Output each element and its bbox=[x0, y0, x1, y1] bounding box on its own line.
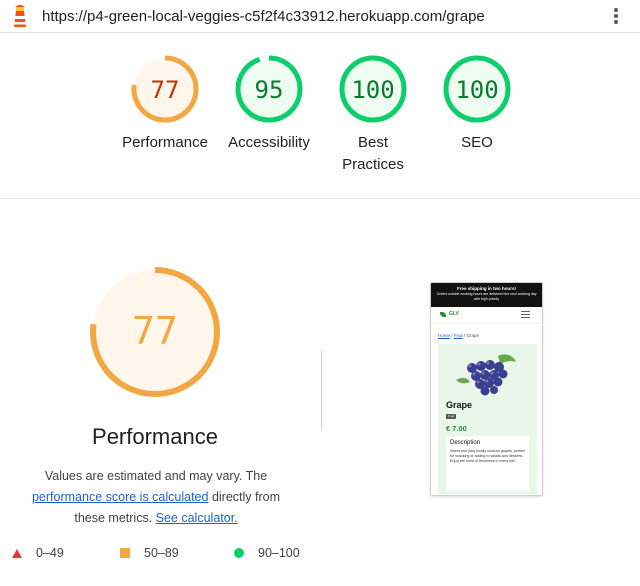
product-card: Grape Fruit € 7.00 Description Sweet and… bbox=[438, 344, 537, 494]
section-divider bbox=[0, 198, 640, 199]
crumb-home: Home bbox=[438, 333, 451, 338]
score-ring: 77 bbox=[131, 55, 199, 123]
page-screenshot-thumbnail[interactable]: Free shipping in two hours! Orders outsi… bbox=[430, 282, 543, 496]
gauge-score: 100 bbox=[351, 76, 394, 104]
gauge-accessibility[interactable]: 95 Accessibility bbox=[214, 54, 324, 154]
legend-item-fail: 0–49 bbox=[12, 546, 64, 560]
gauge-label: Performance bbox=[122, 134, 208, 151]
site-brand: GLV bbox=[449, 311, 459, 317]
score-calculated-link[interactable]: performance score is calculated bbox=[32, 490, 208, 504]
crumb-fruit: Fruit bbox=[453, 333, 463, 338]
legend-range: 90–100 bbox=[258, 546, 300, 560]
legend-range: 0–49 bbox=[36, 546, 64, 560]
hamburger-icon bbox=[521, 311, 530, 318]
score-ring: 100 bbox=[339, 55, 407, 123]
legend-item-average: 50–89 bbox=[120, 546, 179, 560]
crumb-current: Grape bbox=[466, 333, 480, 338]
gauge-seo[interactable]: 100 SEO bbox=[422, 54, 532, 154]
desc-text-3: these metrics. bbox=[74, 511, 156, 525]
score-ring: 95 bbox=[235, 55, 303, 123]
description-text: Sweet and juicy locally sourced grapes, … bbox=[450, 449, 525, 463]
see-calculator-link[interactable]: See calculator. bbox=[156, 511, 238, 525]
site-navbar: GLV bbox=[431, 307, 542, 324]
page-url[interactable]: https://p4-green-local-veggies-c5f2f4c33… bbox=[42, 8, 485, 25]
leaf-icon bbox=[440, 312, 446, 317]
green-circle-icon bbox=[234, 548, 244, 558]
performance-description: Values are estimated and may vary. The p… bbox=[14, 466, 298, 529]
performance-gauge-large: 77 bbox=[90, 267, 220, 397]
category-tag: Fruit bbox=[446, 414, 456, 419]
banner-subtitle: Orders outside working hours are deliver… bbox=[436, 292, 537, 301]
lighthouse-icon bbox=[14, 5, 26, 27]
red-triangle-icon bbox=[12, 548, 22, 558]
gauge-label: Best Practices bbox=[342, 134, 404, 173]
grape-image bbox=[456, 354, 516, 396]
orange-square-icon bbox=[120, 548, 130, 558]
legend-item-pass: 90–100 bbox=[234, 546, 300, 560]
gauge-score: 77 bbox=[151, 76, 180, 104]
gauge-label: SEO bbox=[461, 134, 493, 151]
performance-score-large: 77 bbox=[132, 309, 178, 353]
kebab-menu-icon[interactable] bbox=[608, 5, 624, 27]
score-ring: 100 bbox=[443, 55, 511, 123]
gauge-best-practices[interactable]: 100 Best Practices bbox=[318, 54, 428, 176]
shipping-banner: Free shipping in two hours! Orders outsi… bbox=[431, 283, 542, 307]
performance-title: Performance bbox=[92, 424, 218, 449]
vertical-separator bbox=[321, 350, 322, 430]
desc-text-2: directly from bbox=[208, 490, 281, 504]
breadcrumb: Home / Fruit / Grape bbox=[438, 333, 479, 338]
gauge-performance[interactable]: 77 Performance bbox=[110, 54, 220, 154]
description-box: Description Sweet and juicy locally sour… bbox=[446, 436, 529, 491]
desc-text-1: Values are estimated and may vary. The bbox=[44, 469, 268, 483]
gauge-score: 95 bbox=[255, 76, 284, 104]
gauge-score: 100 bbox=[455, 76, 498, 104]
gauge-label: Accessibility bbox=[228, 134, 310, 151]
legend-range: 50–89 bbox=[144, 546, 179, 560]
product-price: € 7.00 bbox=[446, 424, 467, 433]
product-name: Grape bbox=[446, 400, 473, 410]
description-title: Description bbox=[450, 440, 481, 446]
address-bar: https://p4-green-local-veggies-c5f2f4c33… bbox=[0, 0, 640, 33]
